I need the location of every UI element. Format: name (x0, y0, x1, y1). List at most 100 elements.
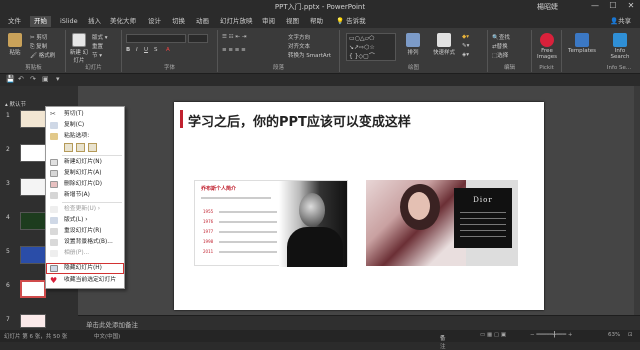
slide-thumb-4[interactable] (20, 212, 46, 230)
start-slideshow-icon[interactable]: ▣ (42, 75, 49, 83)
paste-keep-icon[interactable] (64, 143, 73, 152)
smartart-button[interactable]: 转换为 SmartArt (288, 51, 331, 59)
slide-thumb-1[interactable] (20, 110, 46, 128)
new-slide-button[interactable]: 新建 幻灯片 (68, 33, 90, 64)
copy-button[interactable]: ⎘ 复制 (30, 42, 47, 51)
bold-button[interactable]: B (126, 47, 130, 53)
menu-item-copy[interactable]: 复制(C) (46, 120, 124, 131)
font-size-select[interactable] (188, 34, 208, 43)
replace-button[interactable]: ⇄替换 (492, 42, 508, 50)
tab-review[interactable]: 审阅 (258, 16, 279, 27)
text-direction-button[interactable]: 文字方向 (288, 33, 310, 41)
tab-home[interactable]: 开始 (30, 16, 51, 27)
find-button[interactable]: 🔍查找 (492, 33, 510, 41)
section-header[interactable]: ▴ 默认节 (5, 100, 26, 108)
quick-styles-button[interactable]: 快速样式 (430, 33, 458, 56)
timeline-year: 1998 (203, 239, 214, 244)
user-name[interactable]: 楊昭婕 (537, 2, 558, 12)
info-search-button[interactable]: Info Search (606, 33, 634, 60)
ribbon-tabs: 文件 开始 iSlide 插入 美化大师 设计 切换 动画 幻灯片放映 审阅 视… (0, 14, 640, 28)
slide-thumb-5[interactable] (20, 246, 46, 264)
slide-thumb-6-selected[interactable] (20, 280, 46, 298)
templates-button[interactable]: Templates (566, 33, 598, 54)
menu-item-hide-slide[interactable]: 隐藏幻灯片(H) (46, 263, 124, 274)
thumb-number: 4 (6, 214, 10, 221)
align-text-button[interactable]: 对齐文本 (288, 42, 310, 50)
share-button[interactable]: 👤共享 (606, 16, 635, 27)
tab-islide[interactable]: iSlide (56, 16, 82, 27)
shapes-gallery[interactable]: ▭○△▱⬠ ↘↗⇨⬡☆{ }◇▢⌒ (346, 33, 396, 61)
reset-button[interactable]: 重置 (92, 42, 103, 50)
zoom-level[interactable]: 63% (608, 332, 620, 338)
save-icon[interactable]: 💾 (6, 75, 15, 83)
maximize-button[interactable]: ☐ (606, 1, 620, 12)
notes-placeholder: 单击此处添加备注 (86, 321, 138, 329)
slide-title[interactable]: 学习之后，你的PPT应该可以变成这样 (188, 111, 411, 130)
menu-item-format-background[interactable]: 设置背景格式(B)... (46, 237, 124, 248)
duplicate-icon (50, 170, 58, 177)
menu-item-layout[interactable]: 版式(L) › (46, 215, 124, 226)
shape-outline-button[interactable]: ✎▾ (462, 43, 469, 49)
tab-insert[interactable]: 插入 (84, 16, 105, 27)
align-buttons[interactable]: ≡ ≡ ≡ ≡ (222, 47, 246, 53)
timeline-year: 1976 (203, 219, 214, 224)
menu-item-delete-slide[interactable]: 删除幻灯片(D) (46, 179, 124, 190)
title-accent-bar (180, 110, 183, 128)
jobs-profile-card[interactable]: 乔布斯个人简介 1955 1976 1977 1998 2011 (194, 180, 348, 267)
notes-label: 备注 (440, 336, 446, 350)
paste-text-icon[interactable] (88, 143, 97, 152)
language-indicator[interactable]: 中文(中国) (94, 332, 120, 340)
current-slide[interactable]: 学习之后，你的PPT应该可以变成这样 乔布斯个人简介 1955 1976 197… (174, 102, 544, 310)
tab-animations[interactable]: 动画 (192, 16, 213, 27)
menu-item-add-section[interactable]: 新增节(A) (46, 190, 124, 201)
paste-button[interactable]: 粘贴 (4, 33, 26, 56)
slide-thumb-7[interactable] (20, 314, 46, 328)
font-color-button[interactable]: A (166, 47, 170, 53)
customize-qat-icon[interactable]: ▾ (56, 75, 60, 83)
tab-slideshow[interactable]: 幻灯片放映 (216, 16, 257, 27)
group-label-clipboard: 剪贴板 (25, 65, 42, 71)
bullets-button[interactable]: ☰ ☷ ⇤ ⇥ (222, 34, 246, 40)
redo-icon[interactable]: ↷ (30, 75, 36, 83)
fit-slide-icon[interactable]: ⊡ (628, 332, 633, 338)
menu-item-reset-slide[interactable]: 重设幻灯片(R) (46, 226, 124, 237)
arrange-button[interactable]: 排列 (402, 33, 424, 56)
zoom-slider[interactable]: − ━━━━━╋━━━ + (530, 332, 573, 338)
tab-help[interactable]: 帮助 (306, 16, 327, 27)
dior-brand: Dior (473, 196, 493, 204)
group-label-editing: 编辑 (503, 65, 515, 71)
select-button[interactable]: ⬚选择 (492, 51, 508, 59)
menu-item-cut[interactable]: ✂ 剪切(T) (46, 109, 124, 120)
font-name-select[interactable] (126, 34, 186, 43)
section-button[interactable]: 节 ▾ (92, 51, 102, 59)
free-images-button[interactable]: Free Images (536, 33, 558, 60)
menu-item-favorite-slide[interactable]: ♥ 收藏当前选定幻灯片 (46, 275, 124, 286)
format-painter-button[interactable]: 🖌 格式刷 (30, 51, 55, 59)
shadow-button[interactable]: S (154, 47, 158, 53)
tab-beautify[interactable]: 美化大师 (106, 16, 140, 27)
minimize-button[interactable]: — (588, 1, 602, 12)
cut-button[interactable]: ✂ 剪切 (30, 33, 47, 41)
notes-pane[interactable]: 单击此处添加备注 (78, 315, 640, 330)
shape-fill-button[interactable]: ◆▾ (462, 34, 469, 40)
slide-thumb-3[interactable] (20, 178, 46, 196)
vertical-scrollbar[interactable] (634, 86, 640, 315)
underline-button[interactable]: U (144, 47, 148, 53)
tab-design[interactable]: 设计 (144, 16, 165, 27)
menu-item-new-slide[interactable]: 新建幻灯片(N) (46, 157, 124, 168)
shape-effects-button[interactable]: ◈▾ (462, 52, 469, 58)
tell-me-search[interactable]: 💡 告诉我 (332, 16, 370, 27)
layout-button[interactable]: 版式 ▾ (92, 33, 108, 41)
dior-ad-card[interactable]: Dior (366, 180, 518, 266)
paste-picture-icon[interactable] (76, 143, 85, 152)
menu-item-duplicate-slide[interactable]: 复制幻灯片(A) (46, 168, 124, 179)
view-buttons[interactable]: ▭ ▦ ▢ ▣ (480, 332, 506, 338)
slide-thumb-2[interactable] (20, 144, 46, 162)
tab-transitions[interactable]: 切换 (168, 16, 189, 27)
tab-file[interactable]: 文件 (4, 16, 25, 27)
undo-icon[interactable]: ↶ (18, 75, 24, 83)
italic-button[interactable]: I (136, 47, 138, 53)
close-button[interactable]: ✕ (624, 1, 638, 12)
menu-label: 粘贴选项: (64, 133, 90, 139)
tab-view[interactable]: 视图 (282, 16, 303, 27)
